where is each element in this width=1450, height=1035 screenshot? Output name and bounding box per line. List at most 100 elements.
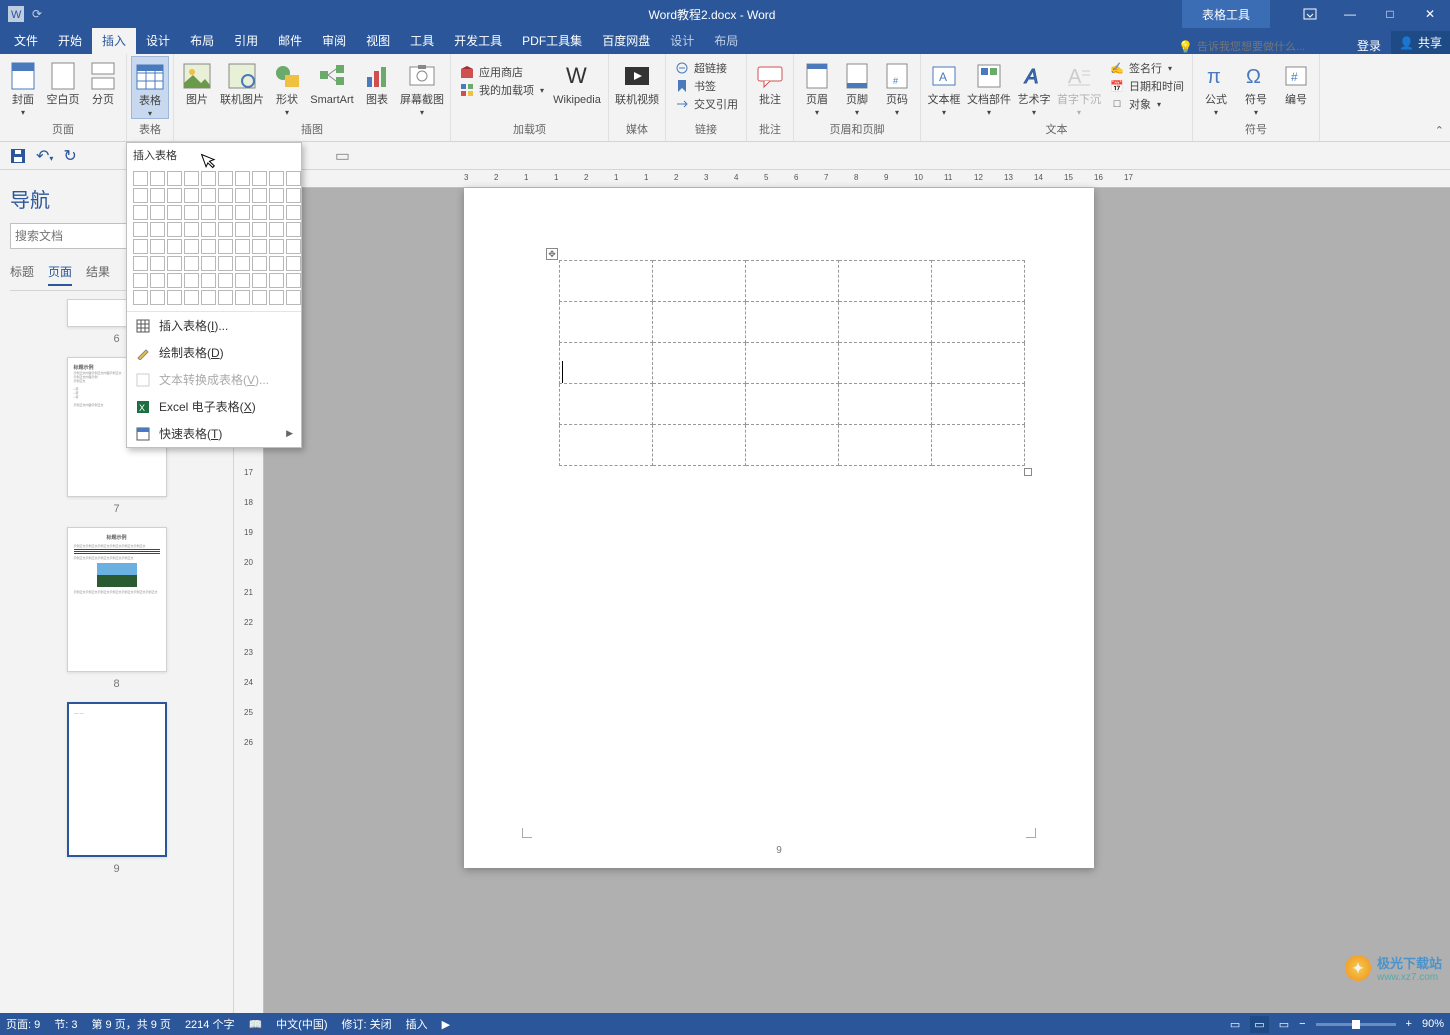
document-area[interactable]: 3211211234567891011121314151617 89101112… bbox=[234, 170, 1450, 1013]
table-grid-cell[interactable] bbox=[133, 205, 148, 220]
status-track[interactable]: 修订: 关闭 bbox=[342, 1016, 392, 1032]
tab-insert[interactable]: 插入 bbox=[92, 28, 136, 54]
table-grid-cell[interactable] bbox=[167, 256, 182, 271]
tab-references[interactable]: 引用 bbox=[224, 28, 268, 54]
table-grid-cell[interactable] bbox=[150, 273, 165, 288]
inserted-table[interactable] bbox=[559, 260, 1025, 466]
menu-quick-tables[interactable]: 快速表格(T) ▶ bbox=[127, 420, 301, 447]
table-grid-cell[interactable] bbox=[286, 239, 301, 254]
qat-save-icon[interactable] bbox=[10, 148, 26, 164]
table-grid-cell[interactable] bbox=[218, 273, 233, 288]
table-grid-cell[interactable] bbox=[286, 188, 301, 203]
footer-button[interactable]: 页脚▾ bbox=[838, 56, 876, 117]
table-grid-cell[interactable] bbox=[167, 171, 182, 186]
minimize-button[interactable]: — bbox=[1330, 0, 1370, 28]
table-grid-cell[interactable] bbox=[150, 239, 165, 254]
table-grid-cell[interactable] bbox=[201, 222, 216, 237]
table-grid-cell[interactable] bbox=[218, 205, 233, 220]
tab-developer[interactable]: 开发工具 bbox=[444, 28, 512, 54]
page-break-button[interactable]: 分页 bbox=[84, 56, 122, 106]
table-grid-cell[interactable] bbox=[133, 188, 148, 203]
autosave-icon[interactable]: ⟳ bbox=[32, 7, 42, 21]
status-lang[interactable]: 中文(中国) bbox=[276, 1016, 327, 1032]
table-grid-cell[interactable] bbox=[286, 273, 301, 288]
table-grid-cell[interactable] bbox=[235, 256, 250, 271]
tab-baidu[interactable]: 百度网盘 bbox=[592, 28, 660, 54]
tab-mail[interactable]: 邮件 bbox=[268, 28, 312, 54]
table-grid-cell[interactable] bbox=[167, 222, 182, 237]
table-grid-cell[interactable] bbox=[167, 188, 182, 203]
wordart-button[interactable]: A艺术字▾ bbox=[1015, 56, 1053, 117]
comment-button[interactable]: 批注 bbox=[751, 56, 789, 106]
view-read-icon[interactable]: ▭ bbox=[1230, 1018, 1240, 1031]
chart-button[interactable]: 图表 bbox=[358, 56, 396, 106]
tab-home[interactable]: 开始 bbox=[48, 28, 92, 54]
table-grid-cell[interactable] bbox=[218, 188, 233, 203]
table-grid-cell[interactable] bbox=[218, 222, 233, 237]
table-grid-cell[interactable] bbox=[150, 222, 165, 237]
bookmark-button[interactable]: 书签 bbox=[674, 78, 738, 94]
crossref-button[interactable]: 交叉引用 bbox=[674, 96, 738, 112]
online-video-button[interactable]: 联机视频 bbox=[613, 56, 661, 106]
table-grid-cell[interactable] bbox=[235, 222, 250, 237]
nav-tab-results[interactable]: 结果 bbox=[86, 263, 110, 286]
table-grid-cell[interactable] bbox=[201, 171, 216, 186]
table-grid-cell[interactable] bbox=[286, 205, 301, 220]
table-grid-cell[interactable] bbox=[201, 273, 216, 288]
online-pictures-button[interactable]: 联机图片 bbox=[218, 56, 266, 106]
status-page[interactable]: 页面: 9 bbox=[6, 1016, 40, 1032]
menu-insert-table[interactable]: 插入表格(I)... bbox=[127, 312, 301, 339]
tab-review[interactable]: 审阅 bbox=[312, 28, 356, 54]
wikipedia-button[interactable]: WWikipedia bbox=[550, 56, 604, 106]
tab-table-layout[interactable]: 布局 bbox=[704, 28, 748, 54]
table-grid-cell[interactable] bbox=[269, 222, 284, 237]
table-grid-cell[interactable] bbox=[252, 188, 267, 203]
share-button[interactable]: 👤 共享 bbox=[1391, 31, 1450, 54]
status-pageof[interactable]: 第 9 页，共 9 页 bbox=[91, 1016, 170, 1032]
hyperlink-button[interactable]: 超链接 bbox=[674, 60, 738, 76]
document-page[interactable]: ✥ 9 bbox=[464, 188, 1094, 868]
table-grid-cell[interactable] bbox=[218, 171, 233, 186]
table-grid-cell[interactable] bbox=[133, 171, 148, 186]
my-addins-button[interactable]: 我的加载项▾ bbox=[459, 82, 544, 98]
tab-tools[interactable]: 工具 bbox=[400, 28, 444, 54]
table-grid-cell[interactable] bbox=[167, 205, 182, 220]
zoom-level[interactable]: 90% bbox=[1422, 1018, 1444, 1030]
table-grid-cell[interactable] bbox=[269, 205, 284, 220]
table-grid-cell[interactable] bbox=[252, 239, 267, 254]
table-grid-cell[interactable] bbox=[252, 222, 267, 237]
zoom-slider[interactable] bbox=[1316, 1023, 1396, 1026]
nav-tab-pages[interactable]: 页面 bbox=[48, 263, 72, 286]
table-grid-cell[interactable] bbox=[286, 290, 301, 305]
view-print-icon[interactable]: ▭ bbox=[1250, 1016, 1268, 1033]
table-grid-cell[interactable] bbox=[252, 171, 267, 186]
dropcap-button[interactable]: A首字下沉▾ bbox=[1055, 56, 1103, 117]
datetime-button[interactable]: 📅日期和时间 bbox=[1109, 78, 1184, 94]
quickparts-button[interactable]: 文档部件▾ bbox=[965, 56, 1013, 117]
thumb-9[interactable]: — — 9 bbox=[10, 702, 223, 875]
table-grid-cell[interactable] bbox=[252, 256, 267, 271]
nav-tab-headings[interactable]: 标题 bbox=[10, 263, 34, 286]
zoom-in-button[interactable]: + bbox=[1406, 1018, 1412, 1030]
table-grid-cell[interactable] bbox=[269, 188, 284, 203]
status-mode[interactable]: 插入 bbox=[406, 1016, 428, 1032]
table-grid-cell[interactable] bbox=[184, 171, 199, 186]
table-grid-cell[interactable] bbox=[286, 256, 301, 271]
status-macro-icon[interactable]: ▶ bbox=[442, 1018, 450, 1031]
table-grid-cell[interactable] bbox=[184, 239, 199, 254]
table-grid-cell[interactable] bbox=[133, 290, 148, 305]
table-button[interactable]: 表格▾ bbox=[131, 56, 169, 119]
table-grid-cell[interactable] bbox=[252, 273, 267, 288]
table-grid-cell[interactable] bbox=[184, 290, 199, 305]
table-grid-cell[interactable] bbox=[235, 205, 250, 220]
table-grid-cell[interactable] bbox=[133, 222, 148, 237]
table-grid-cell[interactable] bbox=[133, 239, 148, 254]
table-resize-handle-icon[interactable] bbox=[1024, 468, 1032, 476]
table-grid-cell[interactable] bbox=[269, 239, 284, 254]
blank-page-button[interactable]: 空白页 bbox=[44, 56, 82, 106]
table-grid-cell[interactable] bbox=[235, 239, 250, 254]
table-grid-cell[interactable] bbox=[184, 273, 199, 288]
tab-pdf[interactable]: PDF工具集 bbox=[512, 28, 592, 54]
table-grid-cell[interactable] bbox=[218, 290, 233, 305]
store-button[interactable]: 应用商店 bbox=[459, 64, 544, 80]
